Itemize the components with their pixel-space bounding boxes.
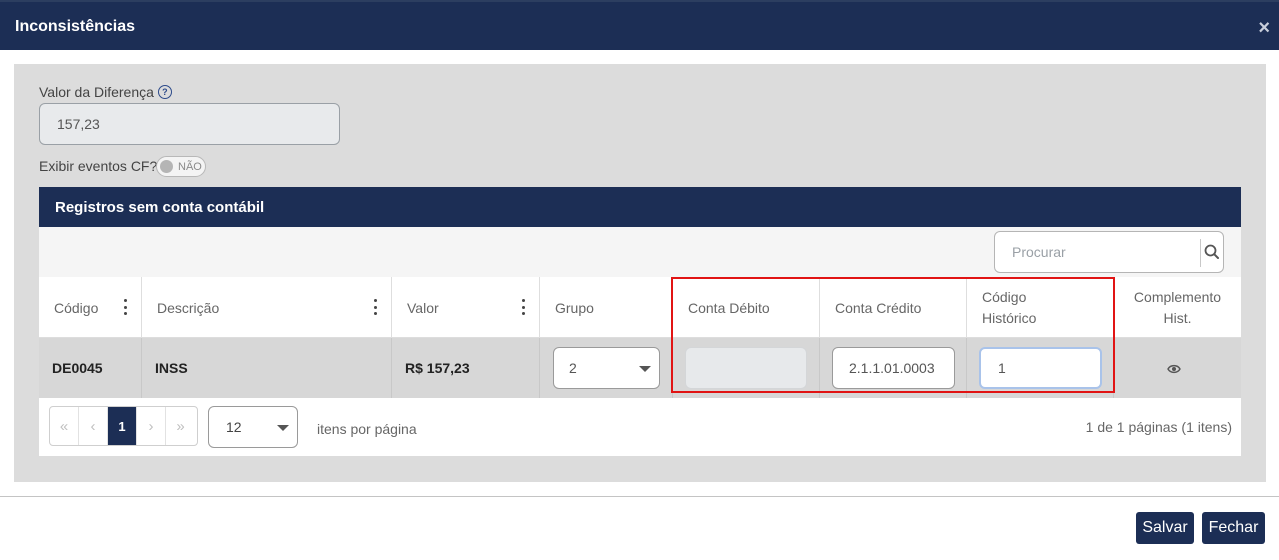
next-page-button[interactable]: › <box>137 407 166 445</box>
modal-title: Inconsistências <box>15 18 136 35</box>
last-page-button[interactable]: » <box>166 407 195 445</box>
column-header-label: Valor <box>407 299 439 316</box>
column-header-label: Complemento <box>1133 288 1222 305</box>
grupo-select[interactable]: 2 <box>553 347 660 389</box>
page-size-value: 12 <box>226 419 242 435</box>
close-icon[interactable]: × <box>1258 18 1270 38</box>
difference-value-input[interactable] <box>39 103 340 145</box>
page-button-current[interactable]: 1 <box>108 407 137 445</box>
column-header-grupo[interactable]: Grupo <box>540 277 673 338</box>
toggle-state-text: NÃO <box>178 160 202 173</box>
eye-icon[interactable] <box>1167 363 1181 375</box>
previous-page-button[interactable]: ‹ <box>79 407 108 445</box>
grid-title: Registros sem conta contábil <box>55 199 265 216</box>
column-header-conta-credito[interactable]: Conta Crédito <box>820 277 967 338</box>
column-header-label: Grupo <box>555 299 594 316</box>
show-cf-events-label: Exibir eventos CF? <box>39 158 158 174</box>
difference-label-text: Valor da Diferença <box>39 84 154 100</box>
toggle-knob <box>160 160 173 173</box>
page-size-select[interactable]: 12 <box>208 406 298 448</box>
conta-debito-input[interactable] <box>685 347 807 389</box>
column-header-label: Descrição <box>157 299 220 316</box>
page-info: 1 de 1 páginas (1 itens) <box>1085 419 1232 435</box>
column-header-label: Conta Crédito <box>835 299 922 316</box>
modal-header: Inconsistências × <box>0 0 1279 50</box>
search-icon[interactable] <box>1203 243 1221 261</box>
column-header-complemento[interactable]: Complemento Hist. <box>1114 277 1241 338</box>
table-header: Código Descrição Valor Grupo Conta Débit… <box>39 277 1241 338</box>
chevron-down-icon <box>277 425 289 431</box>
column-header-conta-debito[interactable]: Conta Débito <box>673 277 820 338</box>
cell-valor: R$ 157,23 <box>392 338 540 398</box>
column-header-label: Código <box>982 288 1027 305</box>
column-menu-icon[interactable] <box>123 299 127 315</box>
difference-label: Valor da Diferença ? <box>39 84 172 100</box>
chevron-down-icon <box>639 366 651 372</box>
column-header-label: Código <box>54 299 99 316</box>
column-header-descricao[interactable]: Descrição <box>142 277 392 338</box>
grid-header: Registros sem conta contábil <box>39 187 1241 227</box>
column-header-label: Histórico <box>982 309 1037 326</box>
search-divider <box>1200 239 1201 267</box>
column-header-codigo-historico[interactable]: Código Histórico <box>967 277 1114 338</box>
pagination: « ‹ 1 › » <box>49 406 198 446</box>
column-menu-icon[interactable] <box>373 299 377 315</box>
cell-descricao: INSS <box>142 338 392 398</box>
first-page-button[interactable]: « <box>50 407 79 445</box>
codigo-historico-input[interactable] <box>979 347 1102 389</box>
footer-divider <box>0 496 1279 497</box>
column-header-label: Conta Débito <box>688 299 770 316</box>
search-box <box>994 231 1224 273</box>
column-header-codigo[interactable]: Código <box>39 277 142 338</box>
conta-credito-input[interactable] <box>832 347 955 389</box>
search-input[interactable] <box>996 233 1196 271</box>
items-per-page-label: itens por página <box>317 421 417 437</box>
grid-footer: « ‹ 1 › » 12 itens por página 1 de 1 pág… <box>39 398 1241 456</box>
column-header-label: Hist. <box>1163 309 1192 326</box>
close-button[interactable]: Fechar <box>1202 512 1265 544</box>
cell-codigo: DE0045 <box>39 338 142 398</box>
column-menu-icon[interactable] <box>521 299 525 315</box>
column-header-valor[interactable]: Valor <box>392 277 540 338</box>
show-cf-events-toggle[interactable]: NÃO <box>156 156 206 177</box>
save-button[interactable]: Salvar <box>1136 512 1194 544</box>
grid-toolbar <box>39 227 1241 277</box>
help-icon[interactable]: ? <box>157 85 172 99</box>
grupo-select-value: 2 <box>569 360 577 376</box>
